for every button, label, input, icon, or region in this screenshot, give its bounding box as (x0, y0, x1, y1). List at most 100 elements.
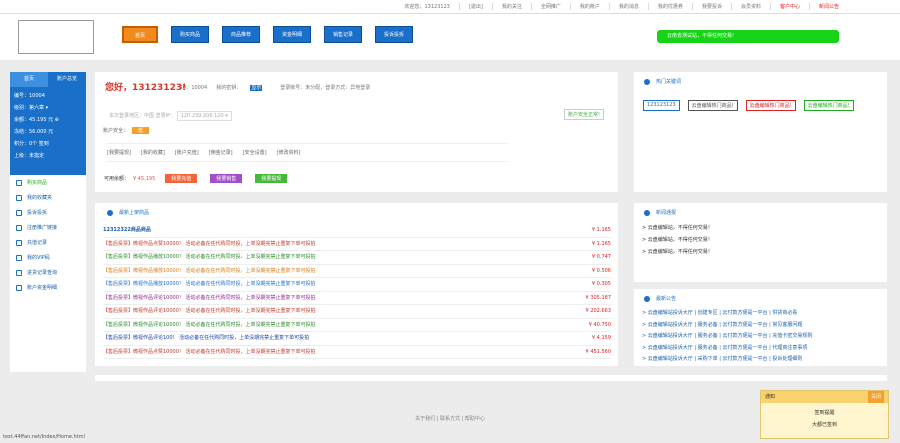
product-row[interactable]: 12312322商品商品 ¥ 1.165 (103, 224, 611, 238)
product-row[interactable]: 【售后投票】微视作品播放10000！ 活动必备在任代购同时投，上单没期完禁止重复… (103, 251, 611, 265)
floating-line-1: 签到提醒 (814, 410, 835, 416)
product-price: ¥ 305.187 (585, 294, 611, 301)
top-link[interactable]: 我要投诉 (691, 3, 731, 10)
login-ip: 120.239.206.120 (180, 113, 224, 119)
product-price: ¥ 1.165 (591, 227, 611, 233)
user-id: ID：10004 (181, 85, 208, 91)
sidebar-menu-label: 我的VIP码 (27, 255, 50, 261)
top-link[interactable]: 我的账户 (569, 3, 609, 10)
safety-label: 账户安全： (103, 128, 129, 134)
quick-link[interactable]: [修改资料] (277, 149, 301, 156)
news-item[interactable]: > 云盘编辑站，不得任何交易！ (642, 246, 713, 258)
nav-item[interactable]: 首页 (122, 26, 158, 43)
top-link[interactable]: 新闻公告 (808, 3, 848, 10)
quick-link[interactable]: [佣金记录] (209, 149, 233, 156)
header: 首页 购买商品 商品推荐 资金明细 销售记录 投诉投拆 云南省测试站，不得任何交易! (0, 14, 900, 60)
sidebar-menu-label: 我的收藏夹 (27, 195, 53, 201)
site-logo[interactable] (18, 20, 94, 54)
product-price: ¥ 451.560 (585, 348, 611, 355)
announcement-item[interactable]: > 云盘编辑站投诉大厅 | 采购下单 | 云付款方便是一平台 | 投诉处理细则 (642, 354, 882, 366)
hot-keyword-tag[interactable]: 123123123 (643, 100, 680, 111)
balance-row: 可用余额： ¥ 45.195 我要充值 我要销售 我要提现 (104, 174, 300, 183)
hot-keyword-tag[interactable]: 云盘编辑热门商品! (745, 100, 796, 111)
sidebar-menu-label: 购买商品 (27, 180, 48, 186)
sidebar-menu-item[interactable]: 购买商品 (10, 175, 86, 190)
greeting: 您好，13123123! (105, 83, 187, 93)
top-link[interactable]: 客户中心 (769, 3, 809, 10)
sidebar-menu-item[interactable]: 充值记录 (10, 235, 86, 250)
top-link[interactable]: 我的关注 (491, 3, 531, 10)
sidebar-menu-item[interactable]: 账户资金明细 (10, 280, 86, 295)
login-ip-select[interactable]: 120.239.206.120 ▾ (176, 111, 232, 121)
top-link[interactable]: 会员资料 (730, 3, 770, 10)
product-title: 【售后投票】微视作品评论10000！ 活动必备在任代购同时投，上单没期完禁止重复… (103, 294, 316, 301)
account-meta: ID：10004 我的密钥： 显示 登录账号：未分配，登录方式：异地登录 (181, 84, 379, 91)
hot-keywords-panel: 热门关键词 123123123 云盘编辑热门商品! 云盘编辑热门商品! 云盘编辑热门商… (634, 72, 887, 192)
product-row[interactable]: 【售后投票】微视作品评论10000！ 活动必备在任代购同时投，上单没期完禁止重复… (103, 305, 611, 319)
hot-keyword-tag[interactable]: 云盘编辑热门商品! (803, 100, 854, 111)
product-row[interactable]: 【售后投票】微视作品播放10000！ 活动必备在任代购同时投，上单没期完禁止重复… (103, 265, 611, 278)
sidebar-tab-overview[interactable]: 账户总览 (48, 72, 86, 87)
nav-item[interactable]: 销售记录 (324, 26, 362, 43)
product-row[interactable]: 【售后投票】微视作品点赞10000！ 活动必备在任代购同时投，上单没期完禁止重复… (103, 346, 611, 359)
quick-link[interactable]: [我的收藏] (141, 149, 165, 156)
account-summary: 编号：10004 级别：第六章 ▾ 余额：45.195 元 ⊕ 冻结：56.000 元… (10, 87, 86, 175)
top-link[interactable]: 我的消息 (608, 3, 648, 10)
news-item[interactable]: > 云盘编辑站，不得任何交易！ (642, 234, 713, 246)
balance-action-button[interactable]: 我要提现 (255, 174, 288, 183)
menu-icon (16, 239, 22, 246)
announcement-item[interactable]: > 云盘编辑站投诉大厅 | 服务必备 | 云付款方便是一平台 | 常见客服问题 (642, 320, 882, 332)
product-row[interactable]: 【售后投票】微视作品点赞10000！ 活动必备在任代购同时投，上单没期完禁止重复… (103, 238, 611, 251)
product-price: ¥ 40.750 (588, 321, 611, 328)
show-key-button[interactable]: 显示 (250, 85, 263, 91)
safety-level: 账户安全：低 (103, 127, 150, 134)
sidebar-menu-item[interactable]: 投诉投拆 (10, 205, 86, 220)
top-link[interactable]: 我的优惠券 (647, 3, 692, 10)
menu-icon (16, 269, 22, 276)
product-row[interactable]: 【售后投票】微视作品评论100！ 活动必备在任代购同时投，上单没期完禁止重复下单… (103, 332, 611, 346)
product-title: 【售后投票】微视作品评论100！ 活动必备在任代购同时投，上单没期完禁止重复下单… (103, 335, 310, 341)
product-title: 【售后投票】微视作品点赞10000！ 活动必备在任代购同时投，上单没期完禁止重复… (103, 240, 316, 247)
product-row[interactable]: 【售后投票】微视作品播放10000！ 活动必备在任代购同时投，上单没期完禁止重复… (103, 278, 611, 292)
nav-item[interactable]: 购买商品 (171, 26, 209, 43)
nav-item[interactable]: 资金明细 (273, 26, 311, 43)
sidebar-menu-item[interactable]: 我的收藏夹 (10, 190, 86, 205)
top-link[interactable]: 全网推广 (530, 3, 570, 10)
top-link[interactable]: [退出] (458, 3, 492, 10)
announcement-item[interactable]: > 云盘编辑站投诉大厅 | 创建专区 | 云付款方便是一平台 | 供货商必看 (642, 308, 882, 320)
balance-action-button[interactable]: 我要销售 (210, 174, 243, 183)
quick-link[interactable]: [账户充值] (175, 149, 199, 156)
quick-link[interactable]: [安全设置] (243, 149, 267, 156)
hot-keywords-title: 热门关键词 (634, 72, 887, 91)
product-title: 【售后投票】微视作品播放10000！ 活动必备在任代购同时投，上单没期完禁止重复… (103, 267, 316, 274)
quick-link[interactable]: [我要提现] (107, 149, 131, 156)
account-info-line: 级别：第六章 ▾ (14, 105, 49, 111)
top-bar: 欢迎您，13123123 [退出] 我的关注 全网推广 我的账户 我的消息 我的优惠券 我要投… (0, 0, 900, 14)
news-list: > 云盘编辑站，不得任何交易！ > 云盘编辑站，不得任何交易！ > 云盘编辑站，不得… (642, 222, 713, 258)
nav-item[interactable]: 商品推荐 (222, 26, 260, 43)
sidebar-tab-home[interactable]: 首页 (10, 72, 48, 87)
balance-action-button[interactable]: 我要充值 (165, 174, 198, 183)
nav-item[interactable]: 投诉投拆 (375, 26, 413, 43)
news-item[interactable]: > 云盘编辑站，不得任何交易！ (642, 222, 713, 234)
key-label: 我的密钥： 显示 (216, 84, 271, 91)
menu-icon (16, 179, 22, 186)
top-link[interactable]: 欢迎您，13123123 (396, 3, 459, 10)
hot-title-text: 热门关键词 (656, 79, 682, 85)
announcement-list: > 云盘编辑站投诉大厅 | 创建专区 | 云付款方便是一平台 | 供货商必看 > … (642, 308, 882, 366)
key-label-text: 我的密钥： (216, 85, 242, 91)
close-button[interactable]: 关闭 (867, 391, 884, 403)
announcement-item[interactable]: > 云盘编辑站投诉大厅 | 服务必备 | 云付款方便是一平台 | 代理商注意事项 (642, 343, 882, 355)
product-title: 【售后投票】微视作品评论10000！ 活动必备在任代购同时投，上单没期完禁止重复… (103, 308, 316, 314)
sidebar-menu-item[interactable]: 进货记录查询 (10, 265, 86, 280)
announcement-item[interactable]: > 云盘编辑站投诉大厅 | 服务必备 | 云付款方便是一平台 | 充值卡密交易规… (642, 331, 882, 343)
hot-keyword-tag[interactable]: 云盘编辑热门商品! (687, 100, 738, 111)
product-row[interactable]: 【售后投票】微视作品评论10000！ 活动必备在任代购同时投，上单没期完禁止重复… (103, 319, 611, 332)
product-price: ¥ 1.165 (591, 240, 611, 247)
bottom-strip (95, 375, 887, 381)
sidebar-menu-item[interactable]: 注册推广链接 (10, 220, 86, 235)
product-list: 12312322商品商品 ¥ 1.165 【售后投票】微视作品点赞10000！ 活动… (103, 224, 611, 359)
news-title: 新闻通报 (634, 203, 887, 222)
sidebar-menu-item[interactable]: 我的VIP码 (10, 250, 86, 265)
product-row[interactable]: 【售后投票】微视作品评论10000！ 活动必备在任代购同时投，上单没期完禁止重复… (103, 292, 611, 305)
